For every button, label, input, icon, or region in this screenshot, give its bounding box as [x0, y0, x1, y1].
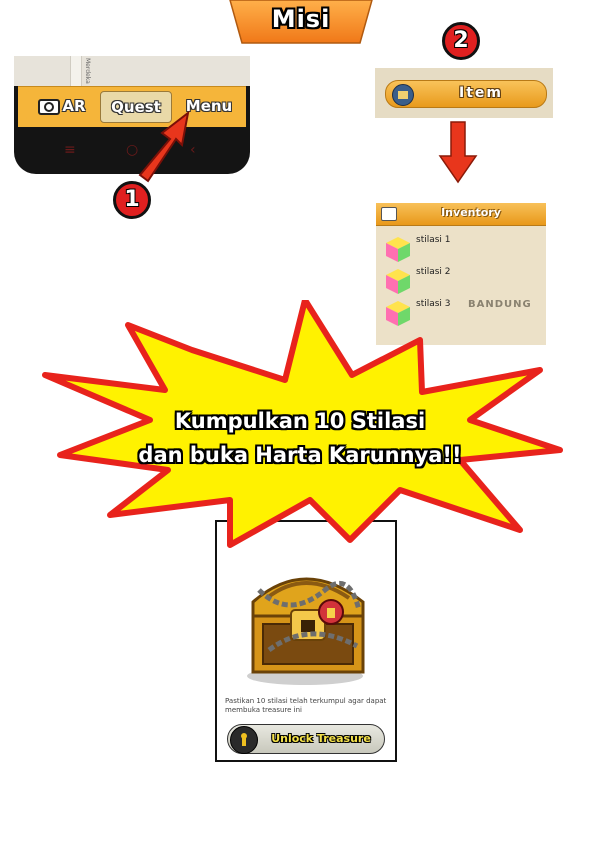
item-button[interactable]: Item	[385, 80, 547, 108]
inventory-item[interactable]: stilasi 2	[384, 265, 534, 295]
menu-lines-icon[interactable]: ≡	[64, 142, 76, 158]
banner-text: Kumpulkan 10 Stilasi dan buka Harta Karu…	[60, 404, 540, 472]
inventory-item[interactable]: stilasi 1	[384, 233, 534, 263]
red-arrow-icon	[138, 110, 190, 183]
map-street	[70, 56, 82, 86]
inventory-header: Inventory	[376, 203, 546, 226]
unlock-treasure-button[interactable]: Unlock Treasure	[227, 724, 385, 754]
keyhole-icon	[230, 726, 258, 754]
inventory-title: Inventory	[441, 206, 501, 219]
inventory-item-label: stilasi 1	[416, 235, 451, 245]
folder-icon	[392, 84, 414, 106]
item-button-label: Item	[459, 85, 503, 101]
treasure-description: Pastikan 10 stilasi telah terkumpul agar…	[225, 697, 387, 714]
down-arrow-icon	[438, 121, 478, 184]
title-tab: Misi	[228, 0, 374, 44]
cube-icon	[386, 269, 410, 294]
treasure-chest-icon	[247, 577, 365, 685]
map-street-label: Merdeka	[84, 58, 91, 84]
inventory-item-label: stilasi 2	[416, 267, 451, 277]
map-strip: Merdeka	[14, 56, 250, 86]
tab-ar-label: AR	[62, 97, 86, 115]
page-title: Misi	[271, 5, 331, 33]
tab-ar[interactable]: AR	[26, 91, 98, 121]
cube-icon	[386, 237, 410, 262]
step-1-badge: 1	[113, 181, 151, 219]
banner-line-2: dan buka Harta Karunnya!!	[138, 443, 462, 467]
camera-icon	[38, 98, 61, 115]
treasure-card: Pastikan 10 stilasi telah terkumpul agar…	[215, 520, 397, 762]
banner-line-1: Kumpulkan 10 Stilasi	[174, 409, 426, 433]
unlock-treasure-label: Unlock Treasure	[271, 732, 371, 745]
inventory-icon	[381, 207, 397, 221]
step-2-badge: 2	[442, 22, 480, 60]
item-panel: Item	[375, 68, 553, 118]
